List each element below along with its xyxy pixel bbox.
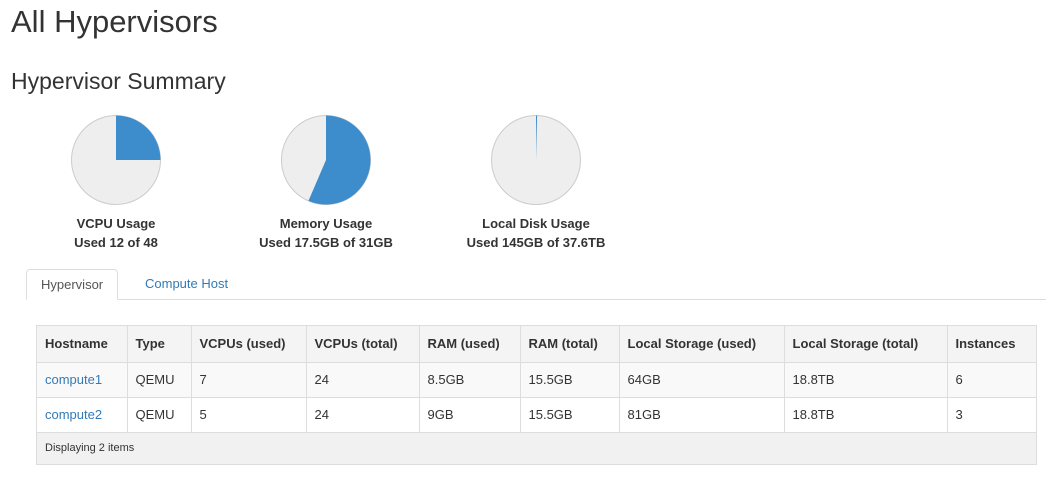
disk-usage-label: Local Disk Usage	[482, 216, 590, 231]
disk-usage-chart: Local Disk Usage Used 145GB of 37.6TB	[436, 114, 636, 252]
cell-instances: 3	[947, 397, 1036, 433]
column-header-vcpus-total[interactable]: VCPUs (total)	[306, 326, 420, 363]
hypervisors-table: Hostname Type VCPUs (used) VCPUs (total)…	[36, 325, 1037, 465]
column-header-ram-used[interactable]: RAM (used)	[419, 326, 521, 363]
cell-type: QEMU	[127, 397, 192, 433]
cell-vcpus-total: 24	[306, 362, 420, 398]
cell-vcpus-total: 24	[306, 397, 420, 433]
cell-ram-used: 8.5GB	[419, 362, 521, 398]
column-header-hostname[interactable]: Hostname	[37, 326, 128, 363]
disk-pie	[491, 115, 581, 205]
table-header-row: Hostname Type VCPUs (used) VCPUs (total)…	[37, 326, 1036, 363]
summary-title: Hypervisor Summary	[11, 68, 226, 94]
cell-storage-total: 18.8TB	[784, 397, 948, 433]
cell-storage-total: 18.8TB	[784, 362, 948, 398]
cell-type: QEMU	[127, 362, 192, 398]
table-row: compute1 QEMU 7 24 8.5GB 15.5GB 64GB 18.…	[37, 362, 1036, 398]
table-row: compute2 QEMU 5 24 9GB 15.5GB 81GB 18.8T…	[37, 397, 1036, 433]
table-footer: Displaying 2 items	[37, 432, 1036, 464]
memory-usage-detail: Used 17.5GB of 31GB	[259, 235, 393, 250]
memory-pie	[281, 115, 371, 205]
cell-vcpus-used: 7	[191, 362, 307, 398]
column-header-storage-total[interactable]: Local Storage (total)	[784, 326, 948, 363]
hostname-link[interactable]: compute1	[45, 372, 102, 387]
memory-usage-chart: Memory Usage Used 17.5GB of 31GB	[226, 114, 426, 252]
cell-instances: 6	[947, 362, 1036, 398]
disk-usage-detail: Used 145GB of 37.6TB	[466, 235, 606, 250]
memory-usage-label: Memory Usage	[279, 216, 373, 231]
vcpu-usage-label: VCPU Usage	[76, 216, 156, 231]
tab-hypervisor[interactable]: Hypervisor	[26, 269, 119, 300]
pie-used-slice	[116, 115, 161, 160]
page-title: All Hypervisors	[11, 4, 218, 39]
tab-compute-host[interactable]: Compute Host	[131, 269, 242, 300]
hostname-link[interactable]: compute2	[45, 407, 102, 422]
vcpu-usage-detail: Used 12 of 48	[74, 235, 158, 250]
column-header-ram-total[interactable]: RAM (total)	[520, 326, 620, 363]
tab-bar: Hypervisor Compute Host	[26, 269, 1046, 300]
vcpu-pie	[71, 115, 161, 205]
cell-vcpus-used: 5	[191, 397, 307, 433]
vcpu-usage-chart: VCPU Usage Used 12 of 48	[16, 114, 216, 252]
column-header-vcpus-used[interactable]: VCPUs (used)	[191, 326, 307, 363]
column-header-instances[interactable]: Instances	[947, 326, 1036, 363]
column-header-type[interactable]: Type	[127, 326, 192, 363]
cell-ram-used: 9GB	[419, 397, 521, 433]
cell-storage-used: 64GB	[619, 362, 785, 398]
cell-storage-used: 81GB	[619, 397, 785, 433]
cell-ram-total: 15.5GB	[520, 397, 620, 433]
cell-ram-total: 15.5GB	[520, 362, 620, 398]
column-header-storage-used[interactable]: Local Storage (used)	[619, 326, 785, 363]
